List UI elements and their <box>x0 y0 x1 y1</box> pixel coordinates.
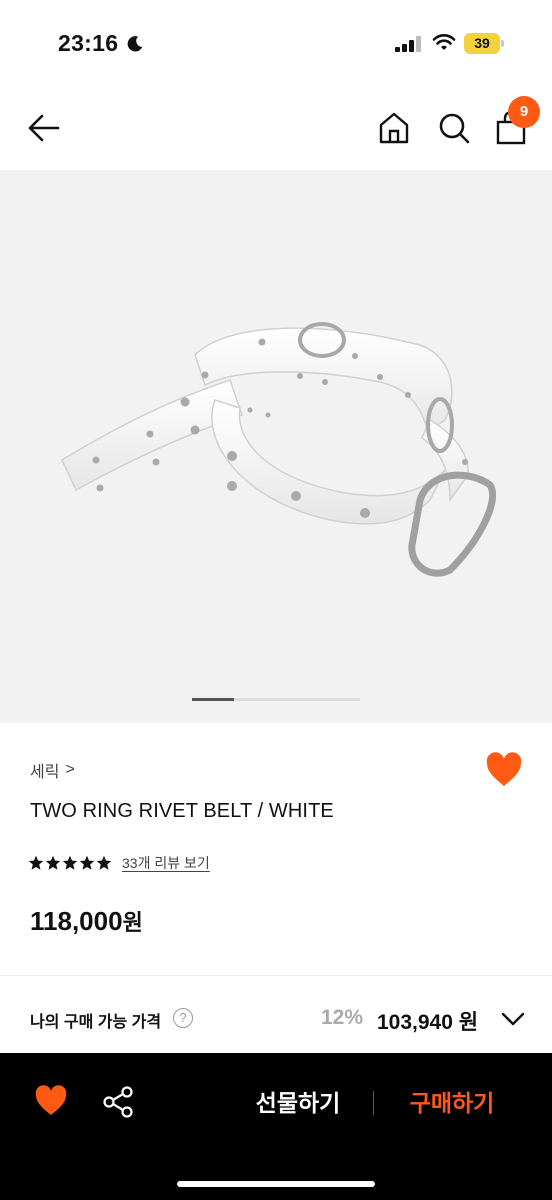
heart-icon[interactable] <box>485 752 523 788</box>
product-image-belt <box>61 322 497 577</box>
brand-name: 세릭 <box>30 764 60 781</box>
star-icon <box>96 855 112 870</box>
price-value: 118,000 <box>30 906 123 936</box>
back-arrow-icon[interactable] <box>24 110 64 146</box>
buy-button[interactable]: 구매하기 <box>384 1083 520 1123</box>
cart-count-badge: 9 <box>508 96 540 128</box>
discount-rate: 12% <box>321 1006 364 1029</box>
rating-row: 33개 리뷰 보기 <box>28 853 210 873</box>
battery-icon: 39 <box>464 33 504 54</box>
wifi-icon <box>432 34 456 50</box>
my-price-label: 나의 구매 가능 가격 <box>30 1014 162 1031</box>
my-price-value: 103,940 원 <box>377 1011 479 1034</box>
price-unit: 원 <box>122 910 143 935</box>
moon-icon <box>127 36 143 52</box>
product-price: 118,000원 <box>30 905 143 937</box>
product-image-gallery[interactable] <box>0 170 552 723</box>
gallery-page-indicator <box>192 698 360 701</box>
battery-level: 39 <box>464 33 500 54</box>
star-icon <box>45 855 61 870</box>
star-icon <box>62 855 78 870</box>
help-icon[interactable]: ? <box>173 1008 193 1028</box>
gift-button[interactable]: 선물하기 <box>228 1083 368 1123</box>
search-icon[interactable] <box>436 110 472 146</box>
share-icon[interactable] <box>101 1085 135 1119</box>
star-icon <box>79 855 95 870</box>
product-name: TWO RING RIVET BELT / WHITE <box>30 800 334 822</box>
divider <box>0 975 552 976</box>
bottom-action-bar: 선물하기 구매하기 <box>0 1053 552 1200</box>
star-rating <box>28 855 112 871</box>
divider <box>373 1091 374 1115</box>
top-navigation <box>0 88 552 170</box>
chevron-right-icon: > <box>65 761 75 778</box>
status-time: 23:16 <box>58 30 119 56</box>
home-icon[interactable] <box>376 110 412 146</box>
review-link[interactable]: 33개 리뷰 보기 <box>122 853 210 873</box>
brand-link[interactable]: 세릭 > <box>30 758 75 782</box>
status-bar: 23:16 39 <box>0 0 552 88</box>
chevron-down-icon[interactable] <box>500 1008 526 1030</box>
signal-icon <box>395 36 421 52</box>
gallery-page-indicator-active <box>192 698 234 701</box>
wishlist-heart-icon[interactable] <box>34 1085 68 1117</box>
home-indicator <box>177 1181 375 1187</box>
my-price-row[interactable]: 나의 구매 가능 가격 ? 12% 103,940 원 <box>0 990 552 1050</box>
star-icon <box>28 855 44 870</box>
